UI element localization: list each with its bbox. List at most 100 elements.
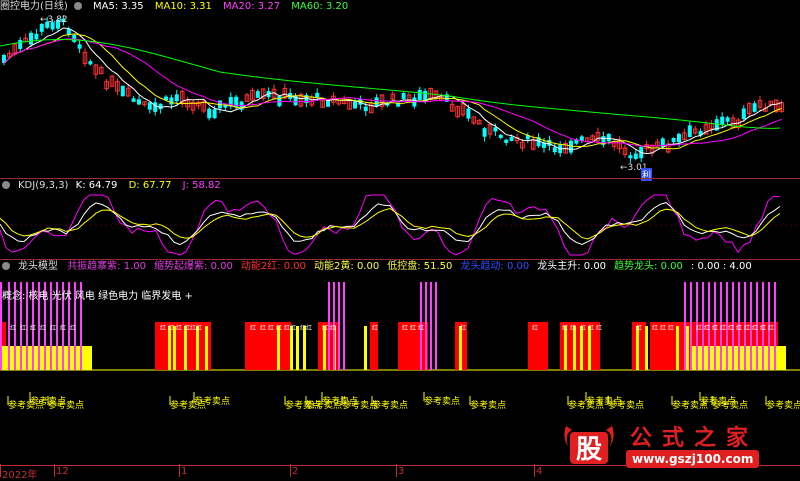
ma20-label: MA20: 3.27 <box>223 1 281 12</box>
candle-body-down <box>277 95 282 107</box>
hongqi-label: 红 <box>268 324 274 332</box>
magenta-bar <box>338 282 340 370</box>
yellow-bar <box>364 326 367 370</box>
yellow-bar <box>564 326 567 370</box>
yellow-bar <box>303 326 306 370</box>
candle-body-down <box>34 33 39 40</box>
candle-body-down <box>509 136 514 141</box>
candle-body-down <box>29 32 33 45</box>
hongqi-label: 红 <box>290 324 296 332</box>
longtou-value-7: 趋势龙头: 0.00 <box>614 261 683 272</box>
sell-point-label: 参考卖点 <box>470 399 506 411</box>
hongqi-label: 红 <box>20 324 26 332</box>
hongqi-label: 红 <box>330 324 336 332</box>
yellow-bar <box>296 326 299 370</box>
x-axis-tick: 4 <box>536 466 543 477</box>
hongqi-label: 红 <box>196 324 202 332</box>
candle-body-down <box>633 153 638 159</box>
stock-title: 圈控电力(日线) <box>0 1 68 12</box>
hongqi-label: 红 <box>460 324 466 332</box>
candlestick-chart[interactable] <box>0 0 800 178</box>
hongqi-label: 红 <box>712 324 718 332</box>
magenta-bar <box>774 282 776 370</box>
candle-body-down <box>493 127 498 132</box>
yellow-bar <box>580 326 583 370</box>
hongqi-label: 红 <box>736 324 742 332</box>
yellow-bar <box>205 326 208 370</box>
hongqi-label: 红 <box>696 324 702 332</box>
yellow-bar <box>173 326 176 370</box>
hongqi-label: 红 <box>744 324 750 332</box>
hongqi-label: 红 <box>720 324 726 332</box>
ma60-label: MA60: 3.20 <box>291 1 349 12</box>
candle-body-down <box>720 116 725 125</box>
hongqi-label: 红 <box>668 324 674 332</box>
candle-body-down <box>72 34 77 42</box>
hongqi-label: 红 <box>636 324 642 332</box>
hongqi-label: 红 <box>322 324 328 332</box>
candle-body-down <box>579 136 584 141</box>
price-panel[interactable]: 圈控电力(日线) MA5: 3.35 MA10: 3.31 MA20: 3.27… <box>0 0 800 181</box>
k-label: K: 64.79 <box>75 180 118 191</box>
hongqi-label: 红 <box>40 324 46 332</box>
candle-body-down <box>147 102 152 110</box>
j-label: J: 58.82 <box>182 180 221 191</box>
hongqi-label: 红 <box>410 324 416 332</box>
watermark-url: www.gszj100.com <box>626 450 760 468</box>
hongqi-label: 红 <box>752 324 758 332</box>
yellow-bar <box>588 326 591 370</box>
kdj-panel[interactable]: KDJ(9,3,3) K: 64.79 D: 67.77 J: 58.82 <box>0 179 800 259</box>
yellow-bar <box>290 326 293 370</box>
candle-body-down <box>315 92 320 98</box>
candle-body-down <box>363 106 368 112</box>
x-axis-tick: 1 <box>181 466 188 477</box>
candle-body-down <box>207 108 212 119</box>
candle-body-down <box>741 108 746 120</box>
candle-body-down <box>677 133 681 143</box>
yellow-bar <box>676 326 679 370</box>
yellow-bar <box>196 326 199 370</box>
yellow-bar <box>645 326 648 370</box>
hongqi-label: 红 <box>372 324 378 332</box>
candle-body-down <box>504 139 509 143</box>
sell-point-label: 参考卖点 <box>608 399 644 411</box>
yellow-bar <box>636 326 639 370</box>
hongqi-label: 红 <box>562 324 568 332</box>
settings-dot-icon[interactable] <box>73 2 82 10</box>
concept-text: 概念: 核电 光伏 风电 绿色电力 临界发电 + <box>2 291 193 302</box>
sell-point-label: 参考卖点 <box>766 399 800 411</box>
hongqi-label: 红 <box>260 324 266 332</box>
watermark: 股 公式之家 www.gszj100.com <box>560 420 796 472</box>
settings-dot-icon[interactable] <box>2 181 10 189</box>
candle-body-down <box>153 102 158 112</box>
longtou-value-3: 动能2黄: 0.00 <box>314 261 380 272</box>
x-axis-tick: 3 <box>398 466 405 477</box>
candle-body-down <box>401 93 406 99</box>
hongqi-label: 红 <box>660 324 666 332</box>
candle-body-down <box>120 85 125 97</box>
sell-point-label: 参考卖点 <box>712 399 748 411</box>
candle-body-down <box>417 89 422 100</box>
sell-point-label: 参考卖点 <box>424 395 460 407</box>
price-header: 圈控电力(日线) MA5: 3.35 MA10: 3.31 MA20: 3.27… <box>0 0 356 14</box>
settings-dot-icon[interactable] <box>2 262 10 270</box>
longtou-header: 龙头模型 共振趋寨紫: 1.00 缩势起爆紫: 0.00 动能2红: 0.00 动能2… <box>0 260 768 274</box>
candle-body-down <box>498 134 503 138</box>
hongqi-label: 红 <box>402 324 408 332</box>
candle-body-down <box>39 23 44 32</box>
kdj-name: KDJ(9,3,3) <box>18 180 69 191</box>
candle-body-down <box>131 98 136 102</box>
candle-body-down <box>606 133 611 142</box>
longtou-values: 共振趋寨紫: 1.00 缩势起爆紫: 0.00 动能2红: 0.00 动能2黄: 0.… <box>67 261 760 272</box>
candle-body-down <box>212 109 217 119</box>
hongqi-label: 红 <box>704 324 710 332</box>
hongqi-label: 红 <box>30 324 36 332</box>
magenta-bar <box>430 282 432 370</box>
longtou-value-0: 共振趋寨紫: 1.00 <box>67 261 147 272</box>
hongqi-label: 红 <box>50 324 56 332</box>
candle-body-down <box>169 97 174 105</box>
candle-body-down <box>137 99 141 105</box>
candle-body-down <box>77 44 82 49</box>
sell-point-label: 参考卖点 <box>48 399 84 411</box>
watermark-title: 公式之家 <box>630 425 759 451</box>
